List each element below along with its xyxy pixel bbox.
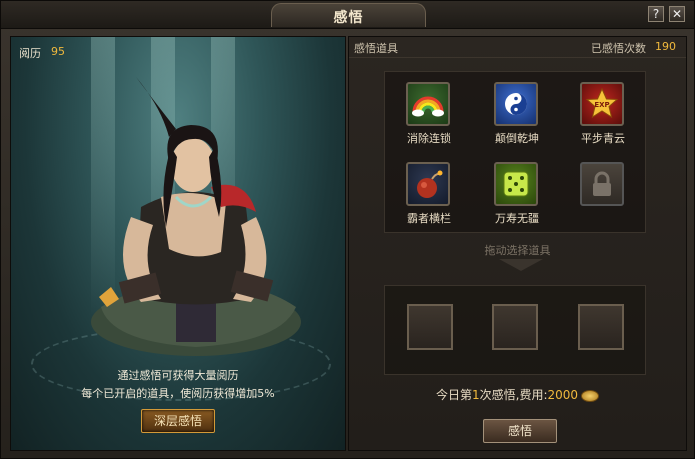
- exp-value: 95: [51, 45, 65, 58]
- meditating-character-image: [91, 77, 301, 356]
- today-count: 1: [471, 388, 480, 402]
- dice-icon[interactable]: [494, 162, 538, 206]
- items-panel: 感悟道具 已感悟次数 190 消除连锁 颠倒乾坤 EXP 平步青云 霸者横栏 万…: [348, 36, 687, 451]
- item-label: 万寿无疆: [495, 212, 539, 225]
- exp-star-icon[interactable]: EXP: [580, 82, 624, 126]
- items-grid: 消除连锁 颠倒乾坤 EXP 平步青云 霸者横栏 万寿无疆: [384, 71, 646, 233]
- items-label: 感悟道具: [354, 42, 398, 55]
- selected-slots: [384, 285, 646, 375]
- window: 感悟 ? ✕ 阅历 95 通过感悟可获得大量阅历 每个已开启的道具，使阅历获得增…: [0, 0, 695, 459]
- today-middle: 次感悟,费用:: [479, 388, 548, 402]
- today-prefix: 今日第: [435, 388, 472, 402]
- title-bar: 感悟 ? ✕: [1, 1, 694, 29]
- description-line-1: 通过感悟可获得大量阅历: [117, 369, 239, 382]
- insight-count-label: 已感悟次数: [591, 42, 646, 55]
- rainbow-icon[interactable]: [406, 82, 450, 126]
- coin-icon: [581, 389, 600, 402]
- insight-button[interactable]: 感悟: [483, 419, 557, 443]
- character-panel: 阅历 95 通过感悟可获得大量阅历 每个已开启的道具，使阅历获得增加5% 深层感…: [10, 36, 346, 451]
- items-header: 感悟道具 已感悟次数 190: [349, 37, 686, 58]
- yin-yang-icon[interactable]: [494, 82, 538, 126]
- svg-text:EXP: EXP: [594, 101, 609, 109]
- item-label: 消除连锁: [407, 132, 451, 145]
- close-button[interactable]: ✕: [669, 6, 685, 22]
- item-longevity[interactable]: 万寿无疆: [477, 162, 557, 226]
- item-label: 霸者横栏: [407, 212, 451, 225]
- arrow-down-icon: [499, 259, 543, 271]
- item-slot-1[interactable]: [407, 304, 453, 350]
- deep-insight-button[interactable]: 深层感悟: [141, 409, 215, 433]
- item-locked: [563, 162, 643, 226]
- today-insight-info: 今日第1次感悟,费用:2000: [349, 386, 686, 403]
- item-label: 平步青云: [581, 132, 625, 145]
- exp-label: 阅历: [19, 47, 41, 60]
- insight-cost: 2000: [547, 388, 579, 402]
- description-line-2: 每个已开启的道具，使阅历获得增加5%: [81, 387, 275, 400]
- item-label: 颠倒乾坤: [495, 132, 539, 145]
- item-rise-to-sky[interactable]: EXP 平步青云: [563, 82, 643, 146]
- window-title: 感悟: [333, 10, 364, 26]
- lock-icon: [580, 162, 624, 206]
- help-button[interactable]: ?: [648, 6, 664, 22]
- item-clear-chain[interactable]: 消除连锁: [389, 82, 469, 146]
- item-overlord[interactable]: 霸者横栏: [389, 162, 469, 226]
- insight-count-value: 190: [655, 40, 676, 53]
- item-slot-2[interactable]: [492, 304, 538, 350]
- title-tab: 感悟: [271, 3, 426, 27]
- drag-hint: 拖动选择道具: [484, 244, 551, 257]
- item-slot-3[interactable]: [578, 304, 624, 350]
- bomb-icon[interactable]: [406, 162, 450, 206]
- item-reverse-cosmos[interactable]: 颠倒乾坤: [477, 82, 557, 146]
